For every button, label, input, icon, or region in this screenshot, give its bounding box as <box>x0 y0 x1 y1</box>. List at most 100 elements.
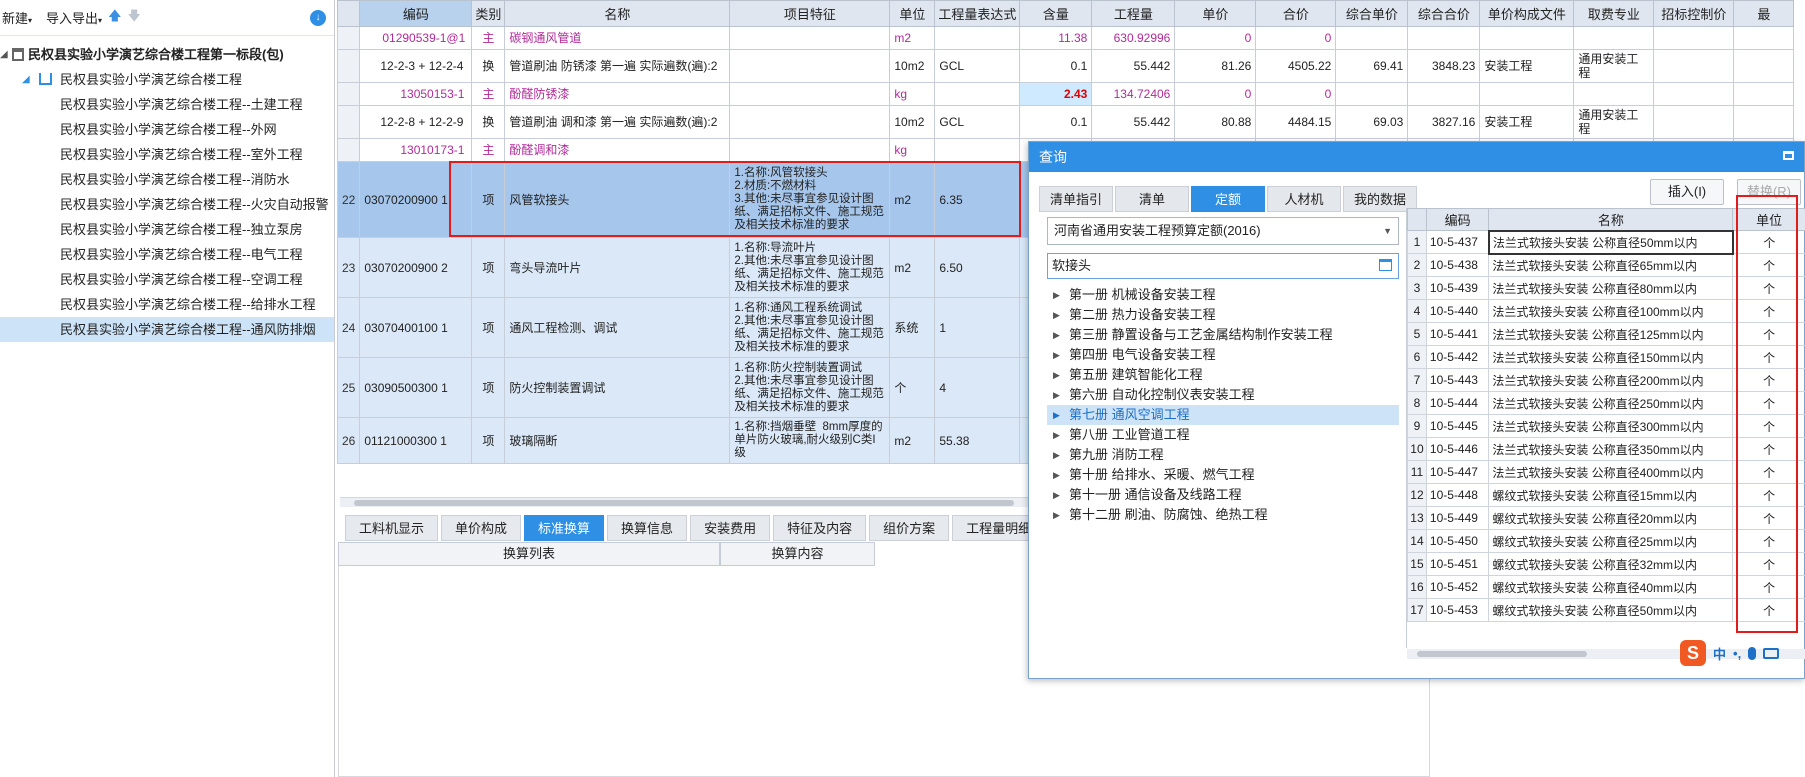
tree-item-plumbing[interactable]: 民权县实验小学演艺综合楼工程--给排水工程 <box>0 292 334 317</box>
table-row[interactable]: 12-2-3 + 12-2-4 换 管道刷油 防锈漆 第一遍 实际遍数(遍):2… <box>336 49 1795 83</box>
left-toolbar: 新建▾ 导入导出▾ 🡅 🡇 ↓ <box>0 0 334 36</box>
tree-item-hvac[interactable]: 民权县实验小学演艺综合楼工程--空调工程 <box>0 267 334 292</box>
col-comp-total[interactable]: 综合合价 <box>1407 0 1481 27</box>
maximize-icon[interactable] <box>1783 151 1794 160</box>
quota-library-select[interactable]: 河南省通用安装工程预算定额(2016) ▼ <box>1047 217 1399 245</box>
conversion-content-header: 换算内容 <box>720 542 875 566</box>
tab-bill-guide[interactable]: 清单指引 <box>1039 186 1113 212</box>
conversion-header: 换算列表 换算内容 <box>338 542 875 566</box>
tab-bill[interactable]: 清单 <box>1115 186 1189 212</box>
chevron-down-icon: ▼ <box>1383 226 1392 236</box>
grid-horizontal-scrollbar[interactable] <box>340 497 1030 507</box>
col-expr[interactable]: 工程量表达式 <box>934 0 1021 27</box>
expand-icon: ▶ <box>1053 470 1060 480</box>
col-comp-price[interactable]: 综合单价 <box>1335 0 1409 27</box>
book-item[interactable]: ▶ 第五册 建筑智能化工程 <box>1047 365 1399 385</box>
col-code[interactable]: 编码 <box>359 0 473 27</box>
home-icon <box>39 73 52 85</box>
book-item[interactable]: ▶ 第四册 电气设备安装工程 <box>1047 345 1399 365</box>
building-icon <box>12 48 24 61</box>
expand-icon: ▶ <box>1053 310 1060 320</box>
col-total[interactable]: 合价 <box>1255 0 1337 27</box>
table-row[interactable]: 12-2-8 + 12-2-9 换 管道刷油 调和漆 第一遍 实际遍数(遍):2… <box>336 105 1795 139</box>
book-item[interactable]: ▶ 第十二册 刷油、防腐蚀、绝热工程 <box>1047 505 1399 525</box>
col-fee-spec[interactable]: 取费专业 <box>1573 0 1655 27</box>
tree-root[interactable]: ◢ 民权县实验小学演艺综合楼工程第一标段(包) <box>0 42 334 67</box>
sogou-logo-icon[interactable]: S <box>1680 640 1706 666</box>
book-item[interactable]: ▶ 第十一册 通信设备及线路工程 <box>1047 485 1399 505</box>
expand-icon: ▶ <box>1053 390 1060 400</box>
tree-item-ventilation[interactable]: 民权县实验小学演艺综合楼工程--通风防排烟 <box>0 317 334 342</box>
col-price[interactable]: 单价 <box>1174 0 1257 27</box>
col-rownum <box>336 0 361 27</box>
collapse-panel-icon[interactable]: ↓ <box>310 10 326 26</box>
query-tabs: 清单指引 清单 定额 人材机 我的数据 <box>1039 186 1417 212</box>
col-quantity[interactable]: 工程量 <box>1091 0 1176 27</box>
ime-toolbar: S 中 •, <box>1680 640 1780 666</box>
query-title-bar: 查询 <box>1029 142 1804 172</box>
expand-icon: ▶ <box>1053 410 1060 420</box>
book-item[interactable]: ▶ 第六册 自动化控制仪表安装工程 <box>1047 385 1399 405</box>
tree-item-external-network[interactable]: 民权县实验小学演艺综合楼工程--外网 <box>0 117 334 142</box>
tab-conversion-info[interactable]: 换算信息 <box>607 515 688 541</box>
table-row[interactable]: 13050153-1 主 酚醛防锈漆 kg 2.43 134.72406 0 0 <box>336 82 1795 106</box>
book-item[interactable]: ▶ 第八册 工业管道工程 <box>1047 425 1399 445</box>
col-feature[interactable]: 项目特征 <box>729 0 891 27</box>
tree-project[interactable]: ◢ 民权县实验小学演艺综合楼工程 <box>0 67 334 92</box>
move-down-icon[interactable]: 🡇 <box>127 7 140 29</box>
grid-header-row: 编码 类别 名称 项目特征 单位 工程量表达式 含量 工程量 单价 合价 综合单… <box>336 0 1795 27</box>
tab-standard-conversion[interactable]: 标准换算 <box>524 515 605 541</box>
tab-quota[interactable]: 定额 <box>1191 186 1265 212</box>
col-content[interactable]: 含量 <box>1019 0 1093 27</box>
search-input[interactable]: 软接头 <box>1047 253 1399 279</box>
tree-item-fire-alarm[interactable]: 民权县实验小学演艺综合楼工程--火灾自动报警 <box>0 192 334 217</box>
tab-pricing-plan[interactable]: 组价方案 <box>869 515 950 541</box>
col-type[interactable]: 类别 <box>471 0 506 27</box>
col-unit[interactable]: 单位 <box>889 0 936 27</box>
expand-icon[interactable]: ◢ <box>22 67 30 92</box>
col-name[interactable]: 名称 <box>504 0 731 27</box>
insert-button[interactable]: 插入(I) <box>1650 179 1724 205</box>
move-up-icon[interactable]: 🡅 <box>108 7 121 29</box>
book-item[interactable]: ▶ 第九册 消防工程 <box>1047 445 1399 465</box>
table-row[interactable]: 01290539-1@1 主 碳钢通风管道 m2 11.38 630.92996… <box>336 26 1795 50</box>
expand-icon[interactable]: ◢ <box>0 42 8 67</box>
col-price-file[interactable]: 单价构成文件 <box>1479 0 1575 27</box>
col-last[interactable]: 最 <box>1733 0 1795 27</box>
expand-icon: ▶ <box>1053 350 1060 360</box>
conversion-list-header: 换算列表 <box>338 542 720 566</box>
tab-features-content[interactable]: 特征及内容 <box>773 515 867 541</box>
col-quota-name[interactable]: 名称 <box>1488 208 1734 231</box>
col-control-price[interactable]: 招标控制价 <box>1653 0 1735 27</box>
tree-item-fire-water[interactable]: 民权县实验小学演艺综合楼工程--消防水 <box>0 167 334 192</box>
expand-icon: ▶ <box>1053 370 1060 380</box>
new-menu[interactable]: 新建▾ <box>2 8 32 27</box>
tree-item-civil[interactable]: 民权县实验小学演艺综合楼工程--土建工程 <box>0 92 334 117</box>
search-icon[interactable] <box>1379 259 1392 271</box>
tab-labor-material[interactable]: 工料机显示 <box>345 515 439 541</box>
ime-punctuation-toggle[interactable]: •, <box>1733 646 1741 661</box>
book-item[interactable]: ▶ 第一册 机械设备安装工程 <box>1047 285 1399 305</box>
tab-install-fee[interactable]: 安装费用 <box>690 515 771 541</box>
expand-icon: ▶ <box>1053 450 1060 460</box>
tree-item-outdoor[interactable]: 民权县实验小学演艺综合楼工程--室外工程 <box>0 142 334 167</box>
col-quota-code[interactable]: 编码 <box>1425 208 1490 231</box>
expand-icon: ▶ <box>1053 330 1060 340</box>
expand-icon: ▶ <box>1053 290 1060 300</box>
book-item[interactable]: ▶ 第三册 静置设备与工艺金属结构制作安装工程 <box>1047 325 1399 345</box>
bottom-tabs: 工料机显示 单价构成 标准换算 换算信息 安装费用 特征及内容 组价方案 工程量… <box>345 515 1046 541</box>
tab-labor-material-machine[interactable]: 人材机 <box>1267 186 1341 212</box>
microphone-icon[interactable] <box>1748 646 1757 660</box>
book-item[interactable]: ▶ 第二册 热力设备安装工程 <box>1047 305 1399 325</box>
tab-price-composition[interactable]: 单价构成 <box>441 515 522 541</box>
import-export-menu[interactable]: 导入导出▾ <box>46 8 102 27</box>
project-tree: ◢ 民权县实验小学演艺综合楼工程第一标段(包) ◢ 民权县实验小学演艺综合楼工程… <box>0 42 334 342</box>
expand-icon: ▶ <box>1053 490 1060 500</box>
tree-item-electrical[interactable]: 民权县实验小学演艺综合楼工程--电气工程 <box>0 242 334 267</box>
book-item[interactable]: ▶ 第十册 给排水、采暖、燃气工程 <box>1047 465 1399 485</box>
quota-book-tree: ▶ 第一册 机械设备安装工程 ▶ 第二册 热力设备安装工程 ▶ 第三册 静置设备与工艺… <box>1047 285 1399 525</box>
keyboard-icon[interactable] <box>1763 647 1780 659</box>
tree-item-pump-house[interactable]: 民权县实验小学演艺综合楼工程--独立泵房 <box>0 217 334 242</box>
ime-language-toggle[interactable]: 中 <box>1713 644 1726 663</box>
book-item-selected[interactable]: ▶ 第七册 通风空调工程 <box>1047 405 1399 425</box>
